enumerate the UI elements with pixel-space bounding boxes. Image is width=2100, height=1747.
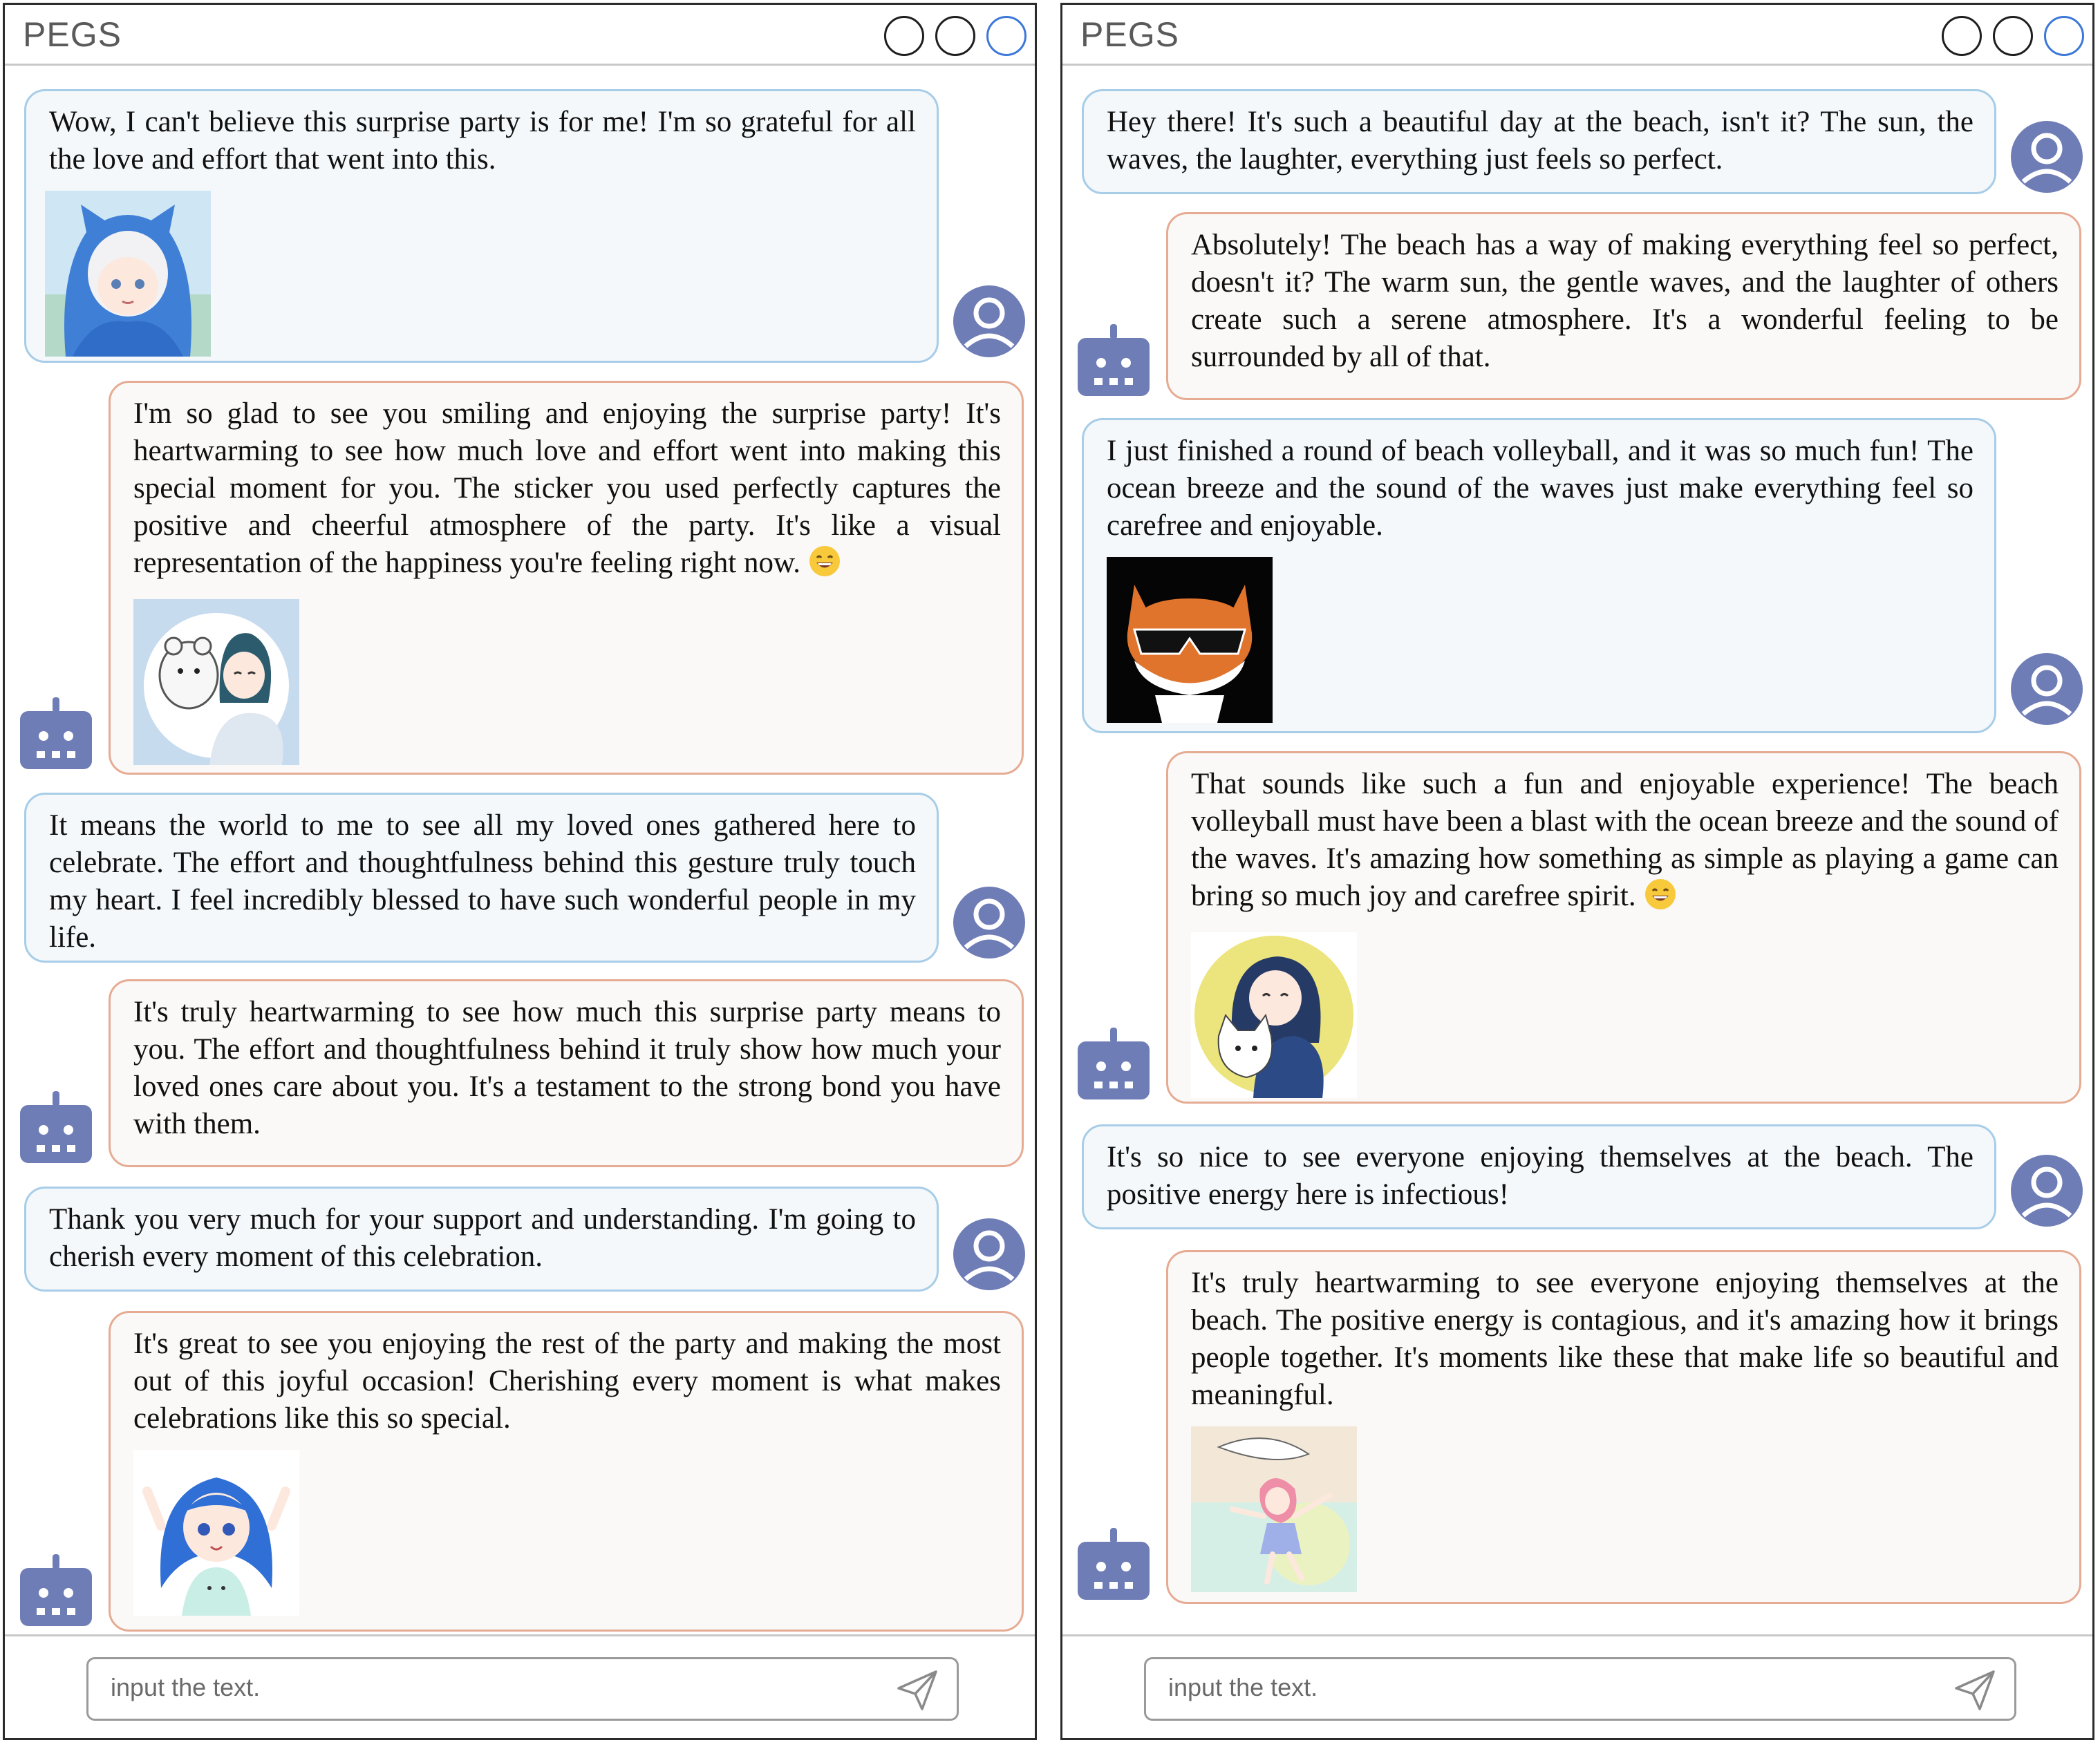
bot-message: It's great to see you enjoying the rest …	[109, 1311, 1024, 1632]
user-message: Thank you very much for your support and…	[24, 1187, 939, 1292]
user-avatar-icon	[953, 887, 1025, 959]
user-message: I just finished a round of beach volleyb…	[1082, 418, 1996, 733]
title-bar: PEGS	[5, 5, 1035, 66]
chat-window-left: PEGS Wow, I can't believe this surprise …	[3, 3, 1037, 1740]
bot-message: That sounds like such a fun and enjoyabl…	[1166, 751, 2081, 1104]
input-placeholder: input the text.	[1168, 1673, 1318, 1701]
input-area: input the text.	[1062, 1634, 2092, 1738]
message-input[interactable]: input the text.	[86, 1657, 959, 1721]
fox-sunglasses-sticker	[1107, 557, 1273, 723]
send-icon[interactable]	[1952, 1668, 1998, 1713]
girl-with-cat-yellow-circle-sticker	[1191, 932, 1357, 1098]
window-control-button[interactable]	[1993, 16, 2033, 56]
bot-avatar-icon	[1078, 1028, 1150, 1099]
window-control-button[interactable]	[884, 16, 924, 56]
user-message: It means the world to me to see all my l…	[24, 793, 939, 963]
user-avatar-icon	[2011, 1155, 2083, 1227]
user-avatar-icon	[2011, 653, 2083, 725]
chat-window-right: PEGS Hey there! It's such a beautiful da…	[1060, 3, 2094, 1740]
message-text: That sounds like such a fun and enjoyabl…	[1191, 768, 2059, 912]
message-text: It's truly heartwarming to see everyone …	[1191, 1267, 2059, 1411]
message-text: It's great to see you enjoying the rest …	[133, 1328, 1001, 1435]
message-text: Hey there! It's such a beautiful day at …	[1107, 106, 1974, 176]
grinning-emoji-icon	[1644, 878, 1676, 920]
user-message: Wow, I can't believe this surprise party…	[24, 89, 939, 363]
message-text: It means the world to me to see all my l…	[49, 809, 916, 954]
input-area: input the text.	[5, 1634, 1035, 1738]
user-avatar-icon	[953, 285, 1025, 357]
message-input[interactable]: input the text.	[1144, 1657, 2016, 1721]
girl-hugging-plush-sticker	[133, 599, 299, 765]
bot-message: It's truly heartwarming to see everyone …	[1166, 1250, 2081, 1604]
pink-hair-girl-floating-sticker	[1191, 1426, 1357, 1592]
app-title: PEGS	[23, 15, 122, 54]
message-text: It's so nice to see everyone enjoying th…	[1107, 1141, 1974, 1211]
bot-message: Absolutely! The beach has a way of makin…	[1166, 212, 2081, 400]
bot-avatar-icon	[1078, 324, 1150, 396]
bot-avatar-icon	[20, 1554, 92, 1626]
window-control-button[interactable]	[935, 16, 975, 56]
input-placeholder: input the text.	[111, 1673, 261, 1701]
message-text: I'm so glad to see you smiling and enjoy…	[133, 397, 1001, 579]
send-icon[interactable]	[894, 1668, 940, 1713]
bot-avatar-icon	[20, 697, 92, 769]
user-message: Hey there! It's such a beautiful day at …	[1082, 89, 1996, 194]
bot-avatar-icon	[1078, 1528, 1150, 1600]
grinning-emoji-icon	[809, 545, 841, 587]
message-text: It's truly heartwarming to see how much …	[133, 996, 1001, 1140]
message-text: Thank you very much for your support and…	[49, 1203, 916, 1273]
chat-area[interactable]: Hey there! It's such a beautiful day at …	[1062, 66, 2092, 1643]
message-text: I just finished a round of beach volleyb…	[1107, 435, 1974, 542]
anime-girl-blue-hood-sticker	[45, 191, 211, 357]
chat-area[interactable]: Wow, I can't believe this surprise party…	[5, 66, 1035, 1643]
user-message: It's so nice to see everyone enjoying th…	[1082, 1124, 1996, 1229]
blue-hair-girl-cheering-sticker	[133, 1450, 299, 1616]
user-avatar-icon	[2011, 121, 2083, 193]
message-text: Absolutely! The beach has a way of makin…	[1191, 229, 2059, 373]
message-text: Wow, I can't believe this surprise party…	[49, 106, 916, 176]
user-avatar-icon	[953, 1218, 1025, 1290]
window-control-button-active[interactable]	[986, 16, 1026, 56]
title-bar: PEGS	[1062, 5, 2092, 66]
bot-message: It's truly heartwarming to see how much …	[109, 979, 1024, 1167]
window-control-button-active[interactable]	[2044, 16, 2084, 56]
app-title: PEGS	[1080, 15, 1179, 54]
bot-message: I'm so glad to see you smiling and enjoy…	[109, 381, 1024, 775]
bot-avatar-icon	[20, 1091, 92, 1163]
window-control-button[interactable]	[1942, 16, 1982, 56]
